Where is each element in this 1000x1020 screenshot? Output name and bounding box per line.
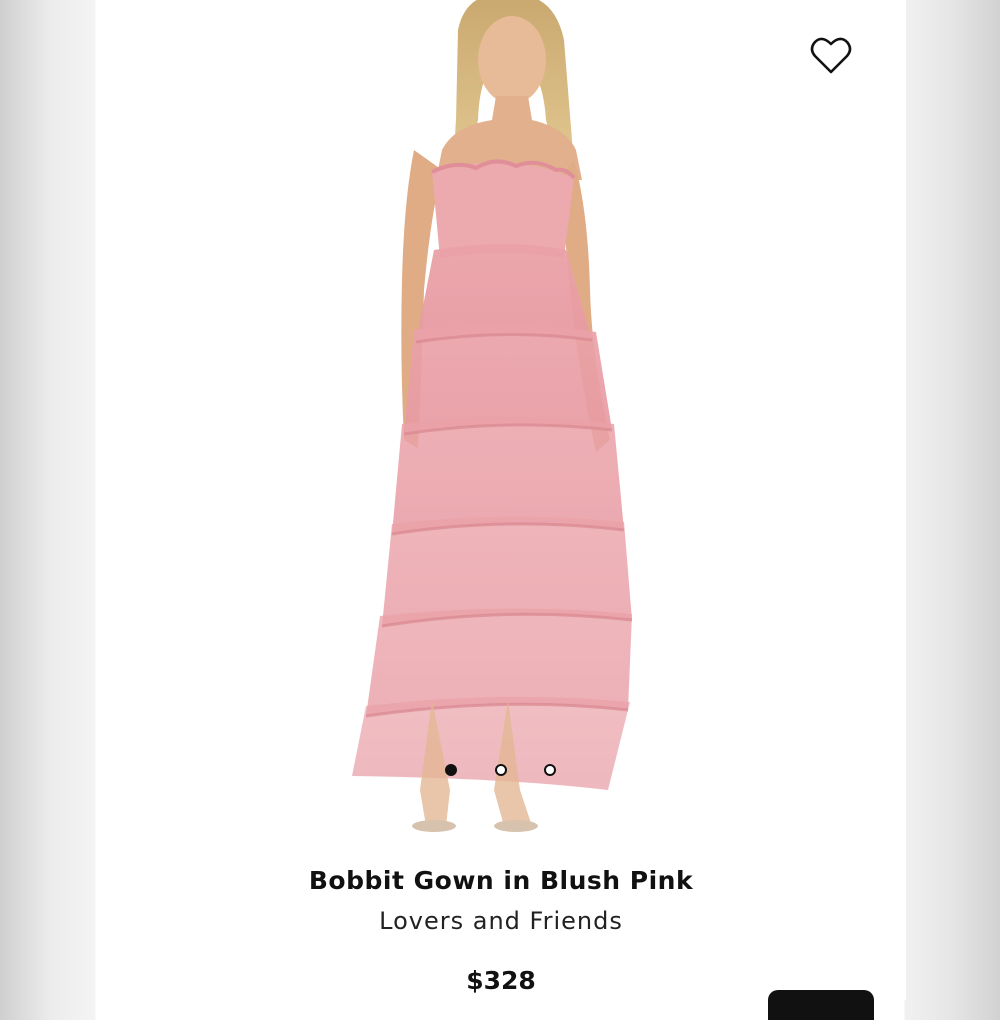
product-brand[interactable]: Lovers and Friends	[96, 907, 906, 935]
carousel-dot-2[interactable]	[495, 764, 507, 776]
add-to-bag-button[interactable]	[768, 990, 874, 1020]
heart-icon[interactable]	[810, 36, 852, 76]
product-card: Bobbit Gown in Blush Pink Lovers and Fri…	[96, 0, 906, 1020]
product-title: Bobbit Gown in Blush Pink	[308, 866, 694, 895]
carousel-dot-3[interactable]	[544, 764, 556, 776]
carousel-indicators	[96, 764, 906, 782]
product-image[interactable]	[96, 0, 906, 850]
carousel-dot-1[interactable]	[445, 764, 457, 776]
